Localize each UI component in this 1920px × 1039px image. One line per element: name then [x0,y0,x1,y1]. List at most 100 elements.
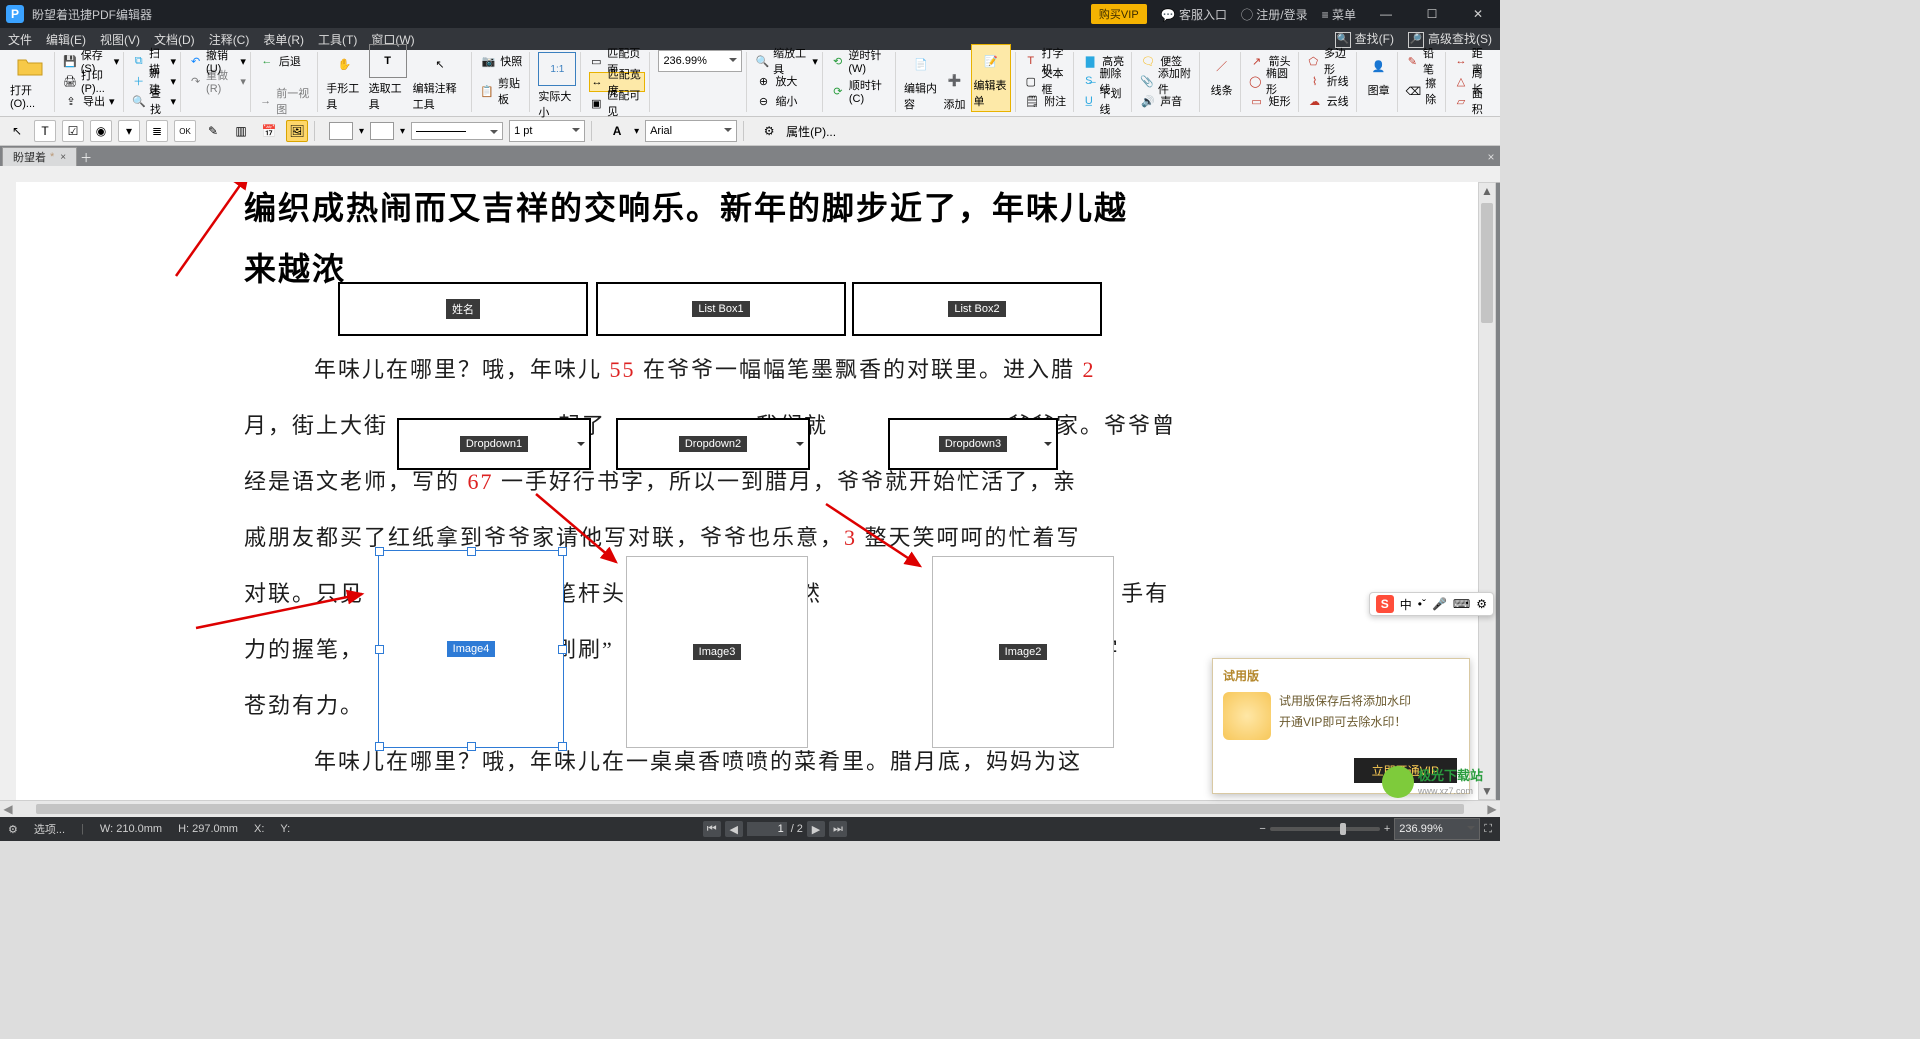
form-field-dropdown1[interactable]: Dropdown1 [397,418,591,470]
ellipse-tool[interactable]: ◯椭圆形 [1249,72,1294,90]
fill-color-swatch[interactable] [329,122,353,140]
clipboard-button[interactable]: 📋剪贴板 [480,82,525,100]
erase-tool[interactable]: ⌫擦除 [1406,82,1442,100]
annot-tool[interactable]: ↖编辑注释工具 [413,50,468,112]
menu-comment[interactable]: 注释(C) [209,31,250,48]
ime-toolbar[interactable]: S 中 •ˇ 🎤 ⌨ ⚙ [1369,592,1494,616]
zoom-in-button[interactable]: ⊕放大 [755,72,817,90]
list-tool[interactable]: ≣ [146,120,168,142]
zoom-tools-button[interactable]: 🔍缩放工具 ▾ [755,52,817,70]
print-button[interactable]: 🖨打印(P)... [63,72,119,90]
menu-view[interactable]: 视图(V) [100,31,140,48]
last-page-button[interactable]: ⏭ [829,821,847,837]
line-style-combo[interactable] [411,122,503,140]
signature-tool[interactable]: ✎ [202,120,224,142]
open-button[interactable]: 打开(O)... [10,52,50,110]
menu-tools[interactable]: 工具(T) [318,31,357,48]
form-field-image4[interactable]: Image4 [378,550,564,748]
fit-visible-button[interactable]: ▣匹配可见 [589,94,645,112]
properties-icon[interactable]: ⚙ [758,120,780,142]
vertical-scrollbar[interactable]: ▲ ▼ [1478,182,1496,800]
cloud-tool[interactable]: ☁云线 [1307,92,1352,110]
add-button[interactable]: ➕添加 [941,66,969,112]
options-button[interactable]: 选项... [34,821,65,837]
maximize-button[interactable]: ☐ [1416,7,1448,21]
line-tool[interactable]: ／线条 [1208,52,1236,98]
stroke-color-swatch[interactable] [370,122,394,140]
font-color-button[interactable]: A [606,120,628,142]
area-tool[interactable]: ▱面积 [1454,92,1490,110]
new-tab-button[interactable]: ＋ [77,148,95,166]
ime-settings-icon[interactable]: ⚙ [1476,597,1487,611]
snapshot-button[interactable]: 📷快照 [480,52,525,70]
form-field-listbox2[interactable]: List Box2 [852,282,1102,336]
text-field-tool[interactable]: T [34,120,56,142]
menu-file[interactable]: 文件 [8,31,32,48]
ime-mic-icon[interactable]: 🎤 [1432,597,1447,611]
line-weight-combo[interactable]: 1 pt [509,120,585,142]
minimize-button[interactable]: — [1370,7,1402,21]
login-link[interactable]: ◯ 注册/登录 [1241,6,1308,23]
document-tab[interactable]: 盼望着*× [2,147,77,166]
prev-page-button[interactable]: ◀ [725,821,743,837]
form-field-image3[interactable]: Image3 [626,556,808,748]
export-button[interactable]: ⇪导出 ▾ [63,92,119,110]
redo-button[interactable]: ↷重做(R) ▾ [189,72,246,90]
back-button[interactable]: ←后退 [259,52,313,70]
polyline-tool[interactable]: ⌇折线 [1307,72,1352,90]
fullscreen-button[interactable]: ⛶ [1484,823,1492,836]
form-field-dropdown3[interactable]: Dropdown3 [888,418,1058,470]
form-field-listbox1[interactable]: List Box1 [596,282,846,336]
checkbox-tool[interactable]: ☑ [62,120,84,142]
scroll-thumb[interactable] [1481,203,1493,323]
zoom-in-status[interactable]: + [1384,823,1390,835]
sound-button[interactable]: 🔊声音 [1140,92,1194,110]
menu-button[interactable]: ≡ 菜单 [1322,6,1356,23]
rect-tool[interactable]: ▭矩形 [1249,92,1294,110]
scroll-up-button[interactable]: ▲ [1479,183,1495,199]
tab-close-all[interactable]: × [1482,148,1500,166]
zoom-combo[interactable]: 236.99% [658,50,742,72]
prev-view-button[interactable]: →前一视图 [259,92,313,110]
polygon-tool[interactable]: ⬠多边形 [1307,52,1352,70]
close-button[interactable]: ✕ [1462,7,1494,21]
buy-vip-button[interactable]: 购买VIP [1091,4,1147,24]
edit-form-button[interactable]: 📝编辑表单 [971,44,1012,112]
next-page-button[interactable]: ▶ [807,821,825,837]
ime-keyboard-icon[interactable]: ⌨ [1453,597,1470,611]
stamp-button[interactable]: 👤图章 [1365,52,1393,98]
zoom-out-button[interactable]: ⊖缩小 [755,92,817,110]
zoom-value-combo[interactable]: 236.99% [1394,818,1480,840]
date-tool[interactable]: 📅 [258,120,280,142]
zoom-slider[interactable] [1270,827,1380,831]
first-page-button[interactable]: ⏮ [703,821,721,837]
properties-button[interactable]: 属性(P)... [786,123,836,140]
zoom-out-status[interactable]: − [1259,823,1265,835]
select-tool[interactable]: T选取工具 [369,44,407,112]
close-tab-icon[interactable]: × [60,152,66,163]
button-tool[interactable]: OK [174,120,196,142]
textbox-button[interactable]: ▢文本框 [1024,72,1069,90]
ime-lang[interactable]: 中 [1400,596,1412,613]
horizontal-scrollbar[interactable]: ◀ ▶ [0,800,1500,817]
ime-punct-icon[interactable]: •ˇ [1418,597,1426,611]
radio-tool[interactable]: ◉ [90,120,112,142]
support-link[interactable]: 💬 客服入口 [1161,6,1227,23]
actual-size-button[interactable]: 1:1实际大小 [538,52,576,120]
barcode-tool[interactable]: ▥ [230,120,252,142]
image-field-tool[interactable]: 🖼 [286,120,308,142]
rotate-cw-button[interactable]: ⟳顺时针(C) [831,82,891,100]
pointer-tool[interactable]: ↖ [6,120,28,142]
pencil-tool[interactable]: ✎铅笔 [1406,52,1442,70]
attach-button[interactable]: 📎添加附件 [1140,72,1194,90]
form-field-dropdown2[interactable]: Dropdown2 [616,418,810,470]
combo-tool[interactable]: ▾ [118,120,140,142]
form-field-image2[interactable]: Image2 [932,556,1114,748]
status-gear-icon[interactable]: ⚙ [8,823,18,836]
form-field-name[interactable]: 姓名 [338,282,588,336]
note-button[interactable]: 🗒附注 [1024,92,1069,110]
edit-content-button[interactable]: 📄编辑内容 [904,50,939,112]
page-input[interactable] [747,822,787,836]
menu-edit[interactable]: 编辑(E) [46,31,86,48]
menu-form[interactable]: 表单(R) [263,31,304,48]
